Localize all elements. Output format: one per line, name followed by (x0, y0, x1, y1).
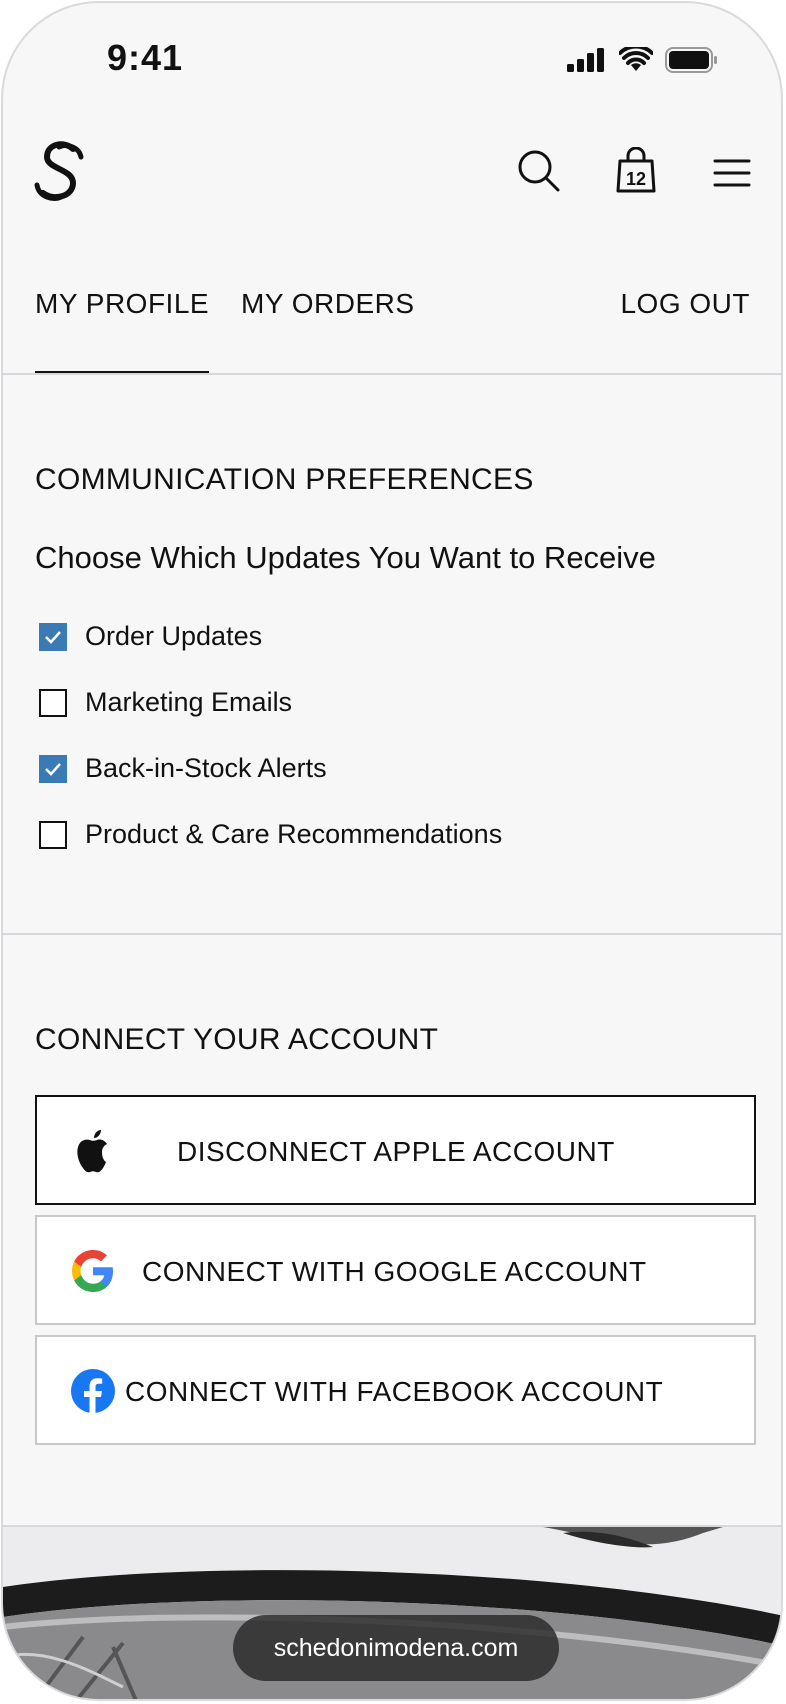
tab-my-profile[interactable]: MY PROFILE (35, 288, 209, 320)
connect-account-title: CONNECT YOUR ACCOUNT (35, 1023, 439, 1056)
pref-order-updates[interactable]: Order Updates (39, 621, 262, 652)
status-icons (567, 47, 719, 73)
search-icon[interactable] (517, 149, 561, 193)
google-button-label: CONNECT WITH GOOGLE ACCOUNT (142, 1256, 647, 1287)
pref-label: Order Updates (85, 621, 263, 651)
shopping-bag-icon[interactable]: 12 (615, 147, 657, 195)
pref-product-care[interactable]: Product & Care Recommendations (39, 819, 502, 850)
hamburger-menu-icon[interactable] (713, 157, 751, 189)
tab-my-orders[interactable]: MY ORDERS (241, 288, 415, 320)
checkbox-unchecked-icon[interactable] (39, 688, 67, 717)
checkbox-checked-icon[interactable] (39, 622, 67, 651)
apple-button-label: DISCONNECT APPLE ACCOUNT (177, 1136, 615, 1167)
pref-label: Product & Care Recommendations (85, 819, 503, 849)
brand-logo-icon[interactable] (33, 139, 87, 205)
facebook-button-label: CONNECT WITH FACEBOOK ACCOUNT (125, 1376, 664, 1407)
wifi-icon (619, 47, 653, 71)
section-divider (3, 933, 781, 935)
checkbox-checked-icon[interactable] (39, 754, 67, 783)
cart-count-badge: 12 (625, 169, 647, 189)
connect-google-button[interactable]: CONNECT WITH GOOGLE ACCOUNT (35, 1215, 756, 1325)
phone-screen: 9:41 12 MY PROFILE MY ORDERS LOG OUT COM… (1, 1, 783, 1701)
facebook-icon (71, 1369, 115, 1413)
google-icon (72, 1250, 113, 1292)
pref-label: Back-in-Stock Alerts (85, 753, 327, 783)
log-out-link[interactable]: LOG OUT (620, 288, 750, 320)
communication-preferences-title: COMMUNICATION PREFERENCES (35, 463, 534, 496)
tabs-divider (3, 373, 781, 375)
pref-back-in-stock[interactable]: Back-in-Stock Alerts (39, 753, 327, 784)
status-time: 9:41 (107, 37, 184, 78)
pref-marketing-emails[interactable]: Marketing Emails (39, 687, 292, 718)
signal-icon (567, 48, 604, 72)
battery-icon (665, 47, 717, 73)
disconnect-apple-button[interactable]: DISCONNECT APPLE ACCOUNT (35, 1095, 756, 1205)
apple-icon (77, 1130, 107, 1173)
connect-facebook-button[interactable]: CONNECT WITH FACEBOOK ACCOUNT (35, 1335, 756, 1445)
pref-label: Marketing Emails (85, 687, 293, 717)
communication-subtitle: Choose Which Updates You Want to Receive (35, 540, 656, 575)
checkbox-unchecked-icon[interactable] (39, 820, 67, 849)
browser-url-pill[interactable]: schedonimodena.com (233, 1615, 559, 1681)
